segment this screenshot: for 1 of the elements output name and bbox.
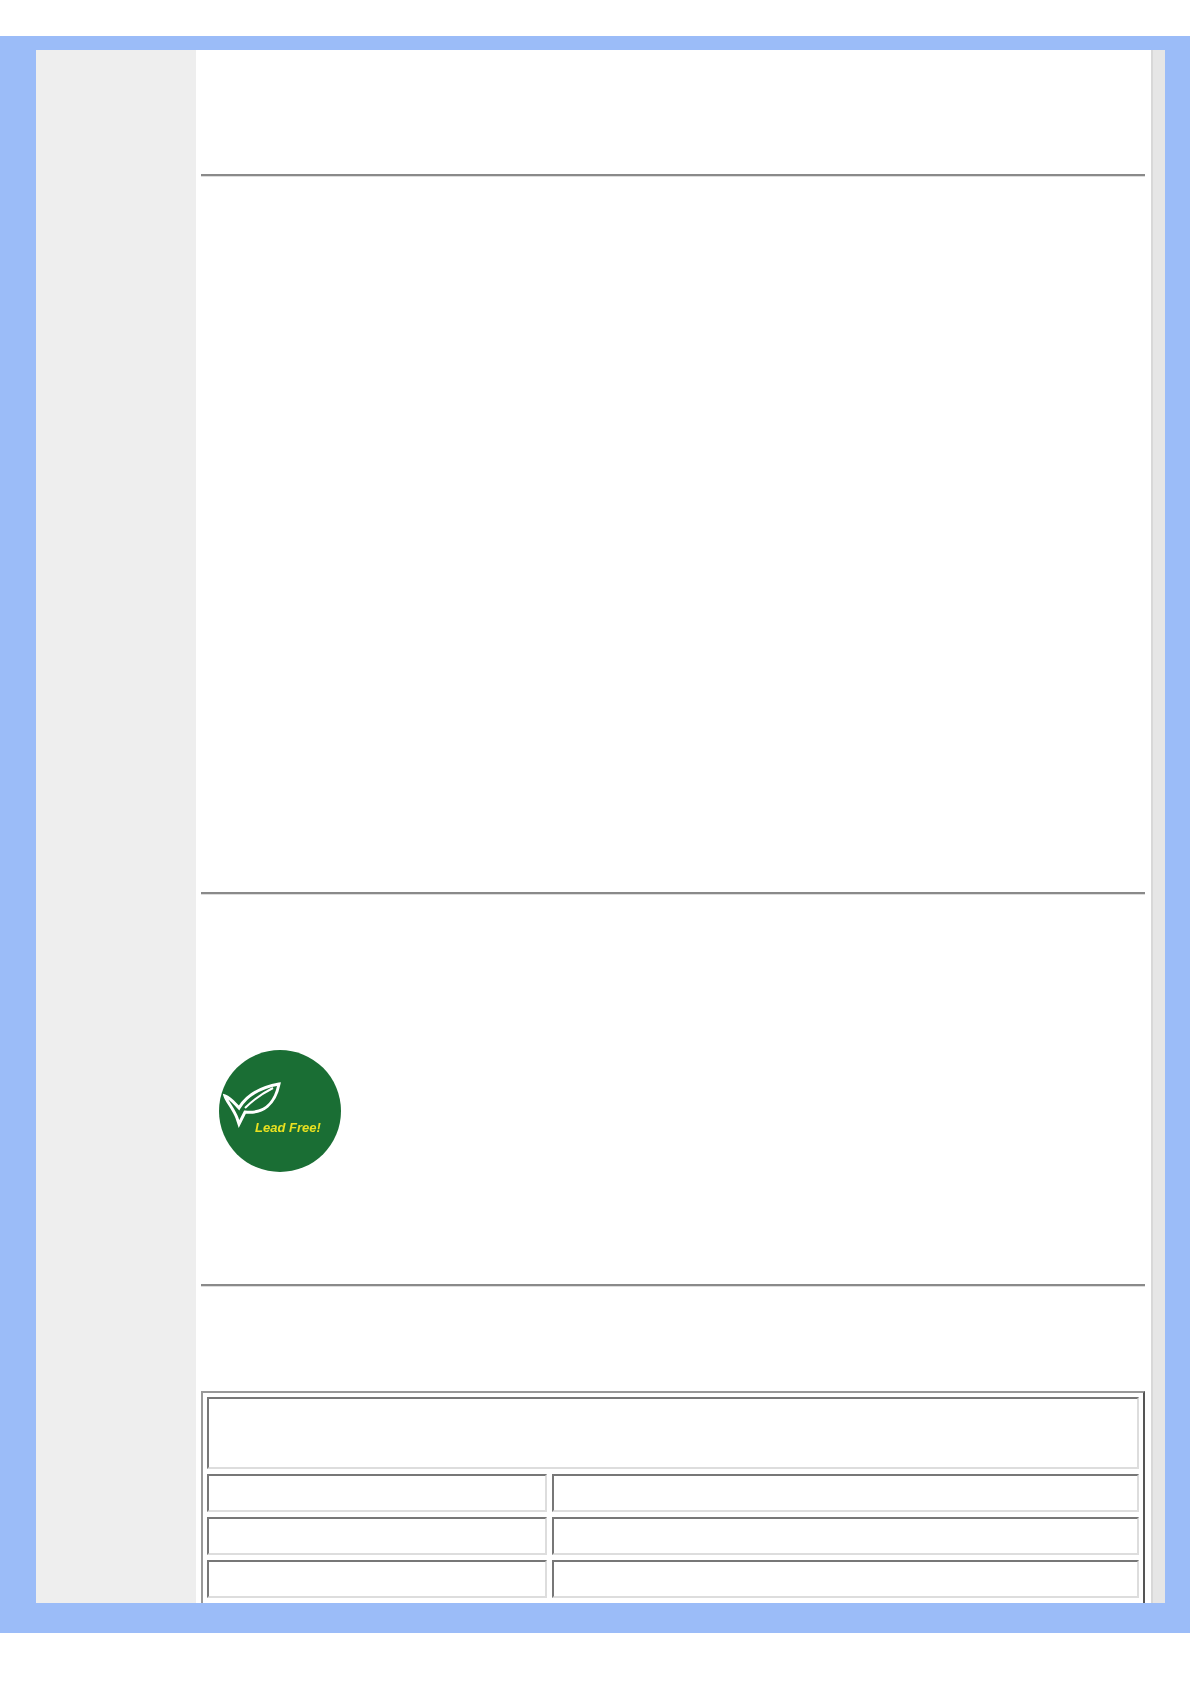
logo-text: Lead Free! [255, 1120, 321, 1135]
